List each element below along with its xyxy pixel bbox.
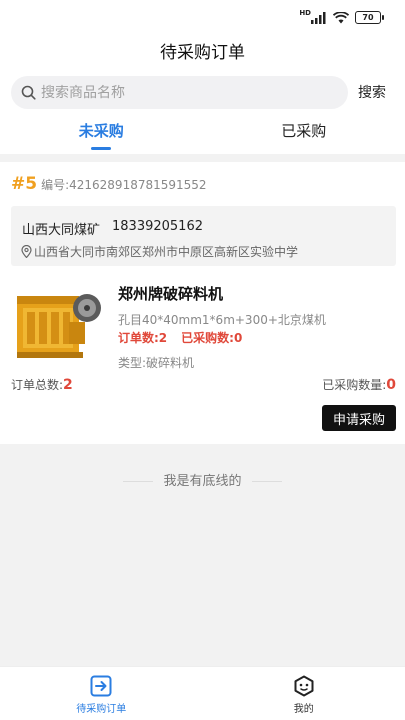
divider: [123, 481, 154, 482]
battery-icon: 70: [355, 11, 384, 24]
apply-purchase-button[interactable]: 申请采购: [322, 405, 396, 431]
product-title: 郑州牌破碎料机: [118, 285, 224, 303]
bought-total-value: 0: [386, 377, 396, 393]
order-header: #5 编号:421628918781591552: [11, 174, 207, 194]
search-button[interactable]: 搜索: [358, 82, 386, 102]
list-end-text: 我是有底线的: [163, 474, 242, 489]
order-total-value: 2: [63, 377, 73, 393]
order-tabs: 未采购 已采购: [0, 116, 405, 154]
divider: [251, 481, 282, 482]
status-bar: HD 70: [0, 0, 405, 36]
search-row: 搜索: [0, 70, 405, 116]
hexagon-face-icon: [294, 675, 314, 697]
order-total-label: 订单总数:: [11, 378, 64, 392]
search-box[interactable]: [11, 76, 348, 109]
tabbar-item-pending-orders[interactable]: 待采购订单: [0, 667, 203, 720]
hd-label: HD: [299, 8, 311, 17]
address-row: 山西省大同市南郊区郑州市中原区高新区实验中学: [21, 243, 298, 260]
tabbar-label: 我的: [293, 704, 314, 715]
order-code: 编号:421628918781591552: [41, 178, 207, 192]
address-text: 山西省大同市南郊区郑州市中原区高新区实验中学: [34, 245, 299, 259]
arrow-square-icon: [90, 675, 112, 697]
product-spec: 孔目40*40mm1*6m+300+北京煤机: [118, 313, 326, 327]
search-input[interactable]: [41, 76, 331, 109]
list-end-indicator: 我是有底线的: [0, 470, 405, 489]
bought-total-label: 已采购数量:: [322, 378, 387, 392]
tabbar-label: 待采购订单: [76, 704, 127, 715]
bought-count: 已采购数:0: [181, 331, 243, 345]
location-pin-icon: [21, 245, 32, 258]
bought-total: 已采购数量:0: [322, 376, 396, 393]
order-card[interactable]: #5 编号:421628918781591552 山西大同煤矿 18339205…: [0, 162, 405, 444]
contact-row: 山西大同煤矿 18339205162: [22, 219, 203, 238]
cellular-signal-icon: [311, 11, 326, 24]
product-image: [17, 294, 101, 358]
order-number: #5: [11, 174, 38, 194]
search-icon: [21, 85, 36, 100]
product-counts: 订单数:2 已采购数:0: [118, 329, 242, 346]
tab-purchased[interactable]: 已采购: [203, 116, 405, 154]
tab-not-purchased[interactable]: 未采购: [0, 116, 203, 154]
order-count: 订单数:2: [118, 331, 168, 345]
contact-name: 山西大同煤矿: [22, 223, 101, 238]
tabbar-item-mine[interactable]: 我的: [203, 667, 405, 720]
wifi-icon: [333, 11, 349, 23]
page-title: 待采购订单: [0, 36, 405, 70]
product-type: 类型:破碎料机: [118, 356, 195, 370]
bottom-tabbar: 待采购订单 我的: [0, 666, 405, 720]
address-box: 山西大同煤矿 18339205162 山西省大同市南郊区郑州市中原区高新区实验中…: [11, 206, 396, 266]
order-total: 订单总数:2: [11, 376, 73, 393]
status-icons: HD 70: [299, 8, 384, 24]
contact-phone: 18339205162: [112, 219, 203, 234]
